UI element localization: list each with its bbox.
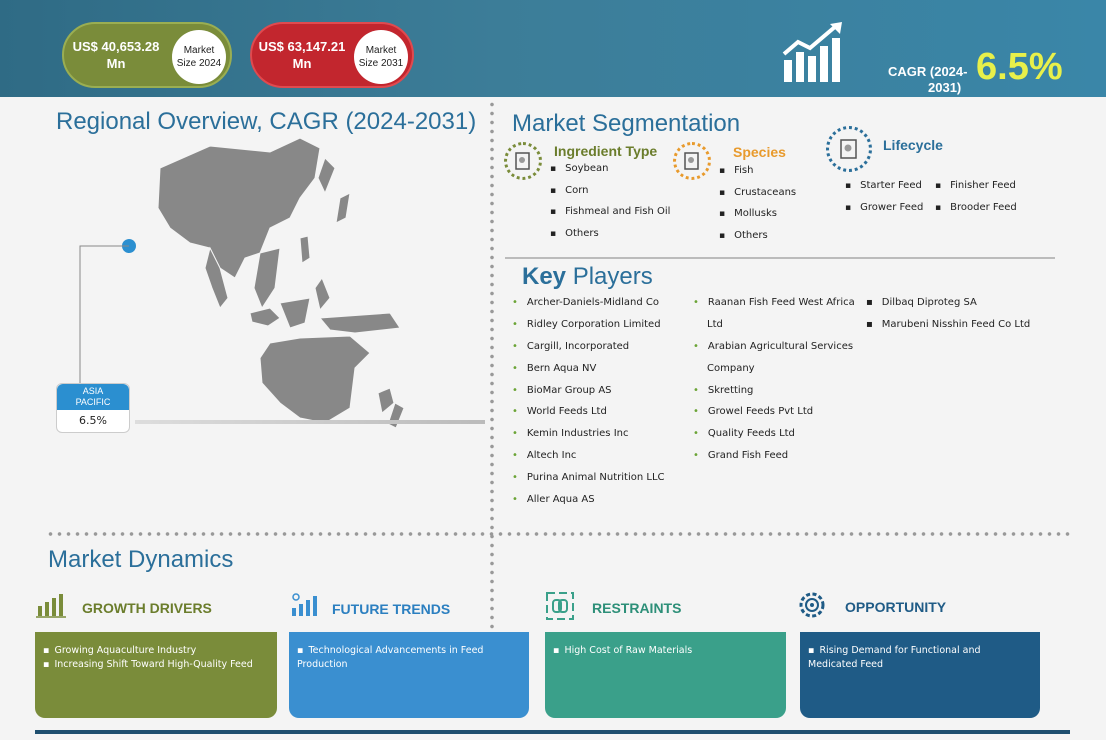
- market-size-2031-pill: US$ 63,147.21 Mn Market Size 2031: [250, 22, 414, 88]
- key-players-title: Key Players: [522, 263, 653, 291]
- list-item: Starter Feed: [845, 180, 923, 202]
- list-item: Fishmeal and Fish Oil: [550, 206, 670, 228]
- species-title: Species: [733, 144, 786, 160]
- market-size-label: Market: [365, 45, 397, 56]
- cagr-label-line1: CAGR (2024-: [888, 64, 968, 79]
- list-item: Technological Advancements in Feed Produ…: [297, 644, 521, 672]
- lifecycle-title: Lifecycle: [883, 137, 943, 153]
- market-size-label: Market: [183, 45, 215, 56]
- region-cagr-value: 6.5%: [79, 414, 107, 427]
- list-item: BioMar Group AS: [512, 385, 665, 407]
- list-item: Raanan Fish Feed West Africa: [693, 297, 855, 319]
- species-list: Fish Crustaceans Mollusks Others: [719, 165, 796, 251]
- list-item: Brooder Feed: [935, 202, 1017, 224]
- market-size-2024-bubble: Market Size 2024: [172, 30, 226, 84]
- market-dynamics-title: Market Dynamics: [48, 546, 234, 573]
- market-size-2024-text: US$ 40,653.28 Mn: [72, 39, 160, 71]
- list-item: Purina Animal Nutrition LLC: [512, 472, 665, 494]
- list-item: Fish: [719, 165, 796, 187]
- asia-pacific-map: [157, 138, 405, 429]
- future-trends-title: FUTURE TRENDS: [332, 601, 451, 617]
- growth-chart-icon: [782, 22, 842, 82]
- list-item: Marubeni Nisshin Feed Co Ltd: [866, 319, 1030, 341]
- lifecycle-doc-icon: [826, 126, 872, 172]
- list-item: World Feeds Ltd: [512, 406, 665, 428]
- list-item: Aller Aqua AS: [512, 494, 665, 516]
- bar-chart-icon: [36, 594, 66, 618]
- horizontal-divider: [46, 532, 1070, 536]
- gear-target-icon: [799, 592, 825, 618]
- vertical-divider: [490, 100, 494, 630]
- list-item: Dilbaq Diproteg SA: [866, 297, 1030, 319]
- region-leader-line: [79, 239, 136, 384]
- opportunity-card: Rising Demand for Functional and Medicat…: [800, 632, 1040, 718]
- future-trends-card: Technological Advancements in Feed Produ…: [289, 632, 529, 718]
- region-badge: ASIA PACIFIC 6.5%: [56, 383, 130, 433]
- key-players-title-rest: Players: [566, 263, 653, 290]
- list-item-continued: Company: [707, 362, 755, 374]
- list-item: High Cost of Raw Materials: [553, 644, 778, 658]
- restraints-title: RESTRAINTS: [592, 600, 682, 616]
- key-players-col1: Archer-Daniels-Midland Co Ridley Corpora…: [512, 297, 665, 516]
- list-item: Growel Feeds Pvt Ltd: [693, 406, 855, 428]
- list-item: Grower Feed: [845, 202, 923, 224]
- market-size-2024-pill: US$ 40,653.28 Mn Market Size 2024: [62, 22, 232, 88]
- restraint-chain-icon: [546, 592, 574, 620]
- list-item: Rising Demand for Functional and Medicat…: [808, 644, 1032, 672]
- opportunity-title: OPPORTUNITY: [845, 599, 947, 615]
- region-name: ASIA: [82, 386, 104, 396]
- species-doc-icon: [673, 142, 711, 180]
- list-item: Bern Aqua NV: [512, 363, 665, 385]
- restraints-card: High Cost of Raw Materials: [545, 632, 786, 718]
- list-item: Finisher Feed: [935, 180, 1017, 202]
- list-item: Cargill, Incorporated: [512, 341, 665, 363]
- list-item: Others: [719, 230, 796, 252]
- market-size-2031-value: US$ 63,147.21 Mn: [252, 38, 352, 72]
- list-item: Crustaceans: [719, 187, 796, 209]
- list-item: Archer-Daniels-Midland Co: [512, 297, 665, 319]
- lifecycle-list-2: Finisher Feed Brooder Feed: [935, 180, 1017, 223]
- list-item: Mollusks: [719, 208, 796, 230]
- market-size-2024-value: US$ 40,653.28 Mn: [64, 38, 168, 72]
- regional-title: Regional Overview, CAGR (2024-2031): [56, 108, 477, 135]
- header-banner: US$ 40,653.28 Mn Market Size 2024 US$ 63…: [0, 0, 1106, 97]
- market-size-year: Size 2031: [358, 58, 404, 69]
- trend-icon: [292, 593, 317, 616]
- list-item: Corn: [550, 185, 670, 207]
- segment-divider: [505, 257, 1055, 259]
- key-players-col2: Raanan Fish Feed West Africa Ltd Arabian…: [693, 297, 855, 472]
- market-size-2031-text: US$ 63,147.21 Mn: [258, 39, 346, 71]
- list-item: Grand Fish Feed: [693, 450, 855, 472]
- growth-drivers-card: Growing Aquaculture Industry Increasing …: [35, 632, 277, 718]
- list-item: Altech Inc: [512, 450, 665, 472]
- list-item-continued: Ltd: [707, 318, 723, 330]
- key-players-col3: Dilbaq Diproteg SA Marubeni Nisshin Feed…: [866, 297, 1030, 341]
- footer-bar: [35, 730, 1070, 734]
- ingredient-type-title: Ingredient Type: [554, 143, 658, 159]
- cagr-label: CAGR (2024- 2031): [888, 64, 967, 96]
- growth-drivers-title: GROWTH DRIVERS: [82, 600, 212, 616]
- list-item: Kemin Industries Inc: [512, 428, 665, 450]
- ingredient-type-list: Soybean Corn Fishmeal and Fish Oil Other…: [550, 163, 670, 249]
- region-name-2: PACIFIC: [75, 397, 111, 407]
- cagr-label-line2: 2031): [928, 80, 962, 95]
- list-item: Skretting: [693, 385, 855, 407]
- cagr-value: 6.5%: [976, 46, 1063, 88]
- market-size-2031-bubble: Market Size 2031: [354, 30, 408, 84]
- ingredient-doc-icon: [504, 142, 542, 180]
- map-shadow: [135, 420, 485, 424]
- list-item: Soybean: [550, 163, 670, 185]
- list-item: Arabian Agricultural Services: [693, 341, 855, 363]
- list-item: Others: [550, 228, 670, 250]
- key-players-title-bold: Key: [522, 263, 567, 290]
- list-item: Quality Feeds Ltd: [693, 428, 855, 450]
- lifecycle-list-1: Starter Feed Grower Feed: [845, 180, 923, 223]
- list-item: Ridley Corporation Limited: [512, 319, 665, 341]
- segmentation-title: Market Segmentation: [512, 110, 741, 137]
- market-size-year: Size 2024: [176, 58, 222, 69]
- list-item: Increasing Shift Toward High-Quality Fee…: [43, 658, 269, 672]
- list-item: Growing Aquaculture Industry: [43, 644, 269, 658]
